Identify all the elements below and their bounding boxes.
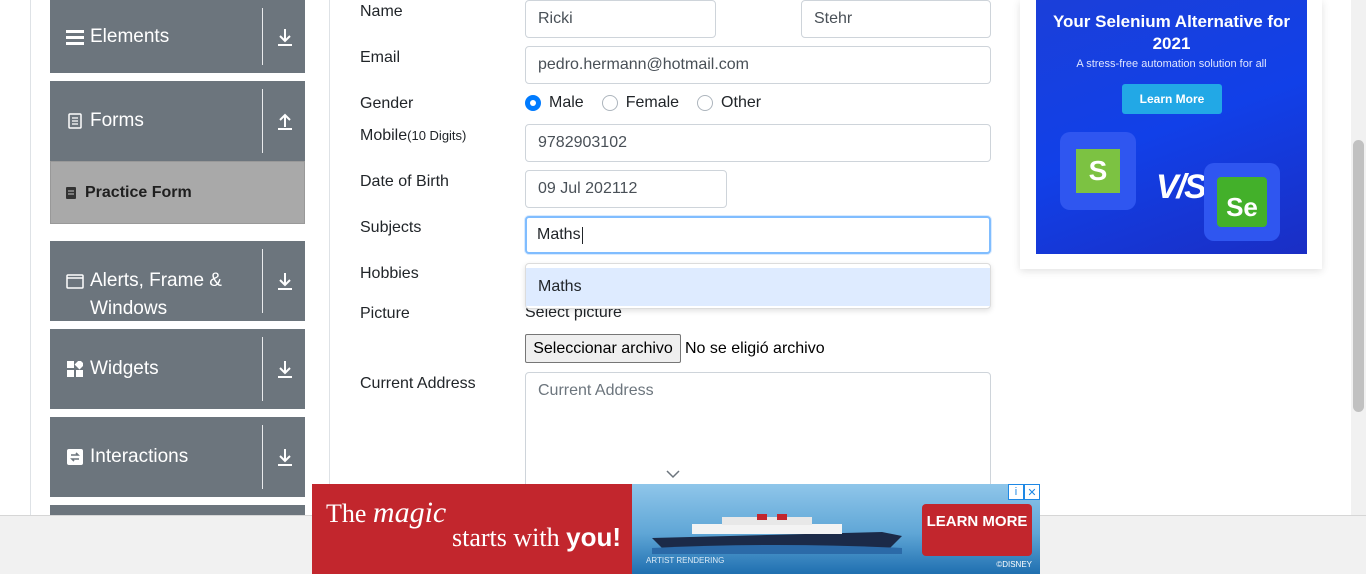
dob-label: Date of Birth xyxy=(360,173,449,190)
form-icon xyxy=(65,186,77,200)
upload-icon[interactable] xyxy=(273,81,297,161)
sidebar-item-label: Practice Form xyxy=(85,183,192,201)
hobbies-label: Hobbies xyxy=(360,265,419,282)
download-icon[interactable] xyxy=(273,329,297,409)
selenium-logo-icon: Se xyxy=(1204,163,1280,241)
subjects-autocomplete-menu: Maths xyxy=(525,263,991,309)
sidebar-group-label: Interactions xyxy=(90,446,189,467)
right-ad-banner[interactable]: Your Selenium Alternative for 2021 A str… xyxy=(1036,0,1307,254)
current-address-textarea[interactable]: Current Address xyxy=(525,372,991,502)
text-caret xyxy=(581,226,583,244)
adchoices-info-icon[interactable]: i xyxy=(1008,484,1024,500)
sidebar-group-interactions[interactable]: Interactions xyxy=(50,417,305,497)
page: Elements Forms Practice Form Alerts, Fra… xyxy=(0,0,1366,574)
vs-text: V/S xyxy=(1156,168,1207,206)
ad-title: Your Selenium Alternative for 2021 xyxy=(1052,12,1291,53)
radio-unchecked-icon xyxy=(601,95,618,111)
download-icon[interactable] xyxy=(273,241,297,321)
chevron-down-icon xyxy=(666,466,680,479)
ad-subtitle: A stress-free automation solution for al… xyxy=(1076,58,1267,70)
subjects-label: Subjects xyxy=(360,219,422,236)
file-status: No se eligió archivo xyxy=(685,340,825,357)
sidebar-group-label: Alerts, Frame & Windows xyxy=(90,270,222,319)
sidebar-item-practice-form[interactable]: Practice Form xyxy=(50,161,305,224)
ad-learn-more-button[interactable]: Learn More xyxy=(1122,84,1222,114)
hamburger-icon xyxy=(66,28,84,46)
katalon-logo-icon: S xyxy=(1060,132,1136,210)
download-icon[interactable] xyxy=(273,417,297,497)
picture-label: Picture xyxy=(360,305,410,322)
cruise-ship-icon xyxy=(652,514,902,554)
gender-radio-group: Male Female Other xyxy=(525,94,779,112)
sidebar-group-alerts[interactable]: Alerts, Frame & Windows xyxy=(50,241,305,321)
sidebar-group-forms[interactable]: Forms xyxy=(50,81,305,161)
gender-label: Gender xyxy=(360,95,414,112)
document-icon xyxy=(66,112,84,130)
choose-file-button[interactable]: Seleccionar archivo xyxy=(525,334,681,363)
gender-radio-male[interactable]: Male xyxy=(525,94,584,112)
subjects-option[interactable]: Maths xyxy=(526,268,990,306)
radio-unchecked-icon xyxy=(697,95,714,111)
sidebar-group-label: Elements xyxy=(90,25,170,47)
bottom-ad-learn-more-button[interactable]: LEARN MORE xyxy=(922,504,1032,556)
download-icon[interactable] xyxy=(273,0,297,73)
close-icon[interactable]: ✕ xyxy=(1024,484,1040,500)
interactions-icon xyxy=(66,448,84,466)
sidebar-group-label: Widgets xyxy=(90,358,159,379)
email-label: Email xyxy=(360,49,401,66)
last-name-input[interactable]: Stehr xyxy=(801,0,991,38)
first-name-input[interactable]: Ricki xyxy=(525,0,716,38)
mobile-hint: (10 Digits) xyxy=(407,128,467,143)
subjects-input[interactable]: Maths xyxy=(525,216,991,254)
mobile-input[interactable]: 9782903102 xyxy=(525,124,991,162)
window-icon xyxy=(66,272,84,290)
name-label: Name xyxy=(360,3,403,20)
gender-radio-other[interactable]: Other xyxy=(697,94,761,112)
sidebar-group-widgets[interactable]: Widgets xyxy=(50,329,305,409)
gender-radio-female[interactable]: Female xyxy=(601,94,679,112)
sidebar-group-label: Forms xyxy=(90,110,144,131)
ad-brand: ©DISNEY xyxy=(996,560,1032,569)
widgets-icon xyxy=(66,360,84,378)
email-input[interactable]: pedro.hermann@hotmail.com xyxy=(525,46,991,84)
ad-note: ARTIST RENDERING xyxy=(646,556,725,565)
sidebar-group-elements[interactable]: Elements xyxy=(50,0,305,73)
radio-checked-icon xyxy=(525,95,541,111)
address-label: Current Address xyxy=(360,375,476,392)
mobile-label: Mobile(10 Digits) xyxy=(360,127,467,144)
scrollbar-thumb[interactable] xyxy=(1353,140,1364,412)
date-of-birth-input[interactable]: 09 Jul 202112 xyxy=(525,170,727,208)
bottom-ad-banner[interactable]: The magic starts with you! LEARN MORE AR… xyxy=(312,484,1040,574)
